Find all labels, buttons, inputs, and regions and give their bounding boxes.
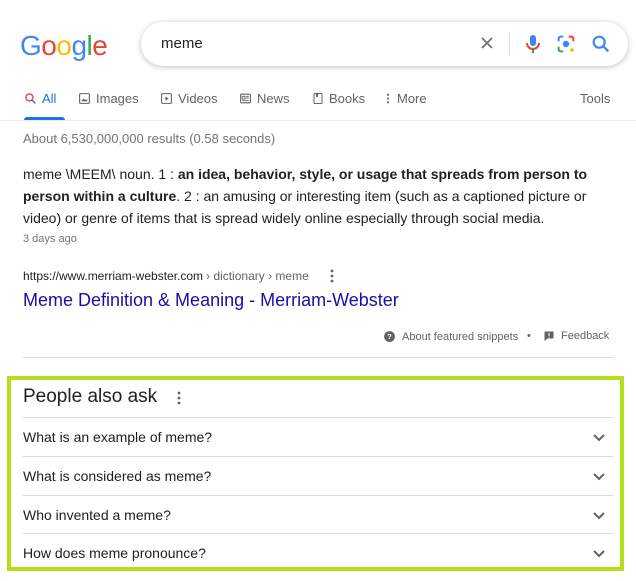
featured-snippet-text: meme \MEEM\ noun. 1 : an idea, behavior,… [23, 163, 613, 229]
snippet-date: 3 days ago [23, 233, 77, 245]
people-also-ask-title: People also ask [23, 386, 158, 407]
paa-question-text: How does meme pronounce? [23, 545, 206, 561]
paa-question[interactable]: Who invented a meme? [23, 495, 613, 534]
snippet-footer-divider [23, 357, 613, 358]
logo-letter: G [20, 30, 42, 61]
footer-dot: • [527, 330, 531, 342]
tab-all[interactable]: All [24, 91, 56, 106]
image-icon [79, 93, 90, 104]
paa-question[interactable]: What is an example of meme? [23, 417, 613, 456]
tab-label: Images [96, 91, 139, 106]
book-icon [313, 93, 323, 104]
lens-camera-icon[interactable] [555, 33, 577, 55]
logo-letter: o [41, 30, 57, 61]
chevron-down-icon [593, 550, 605, 558]
logo-letter: o [56, 30, 72, 61]
logo-letter: e [92, 30, 108, 61]
more-vert-icon[interactable] [171, 390, 187, 406]
tab-label: More [397, 91, 427, 106]
header-divider [0, 120, 636, 121]
svg-text:?: ? [387, 332, 392, 341]
paa-question-text: Who invented a meme? [23, 507, 171, 523]
news-icon [240, 93, 251, 104]
tab-images[interactable]: Images [78, 91, 139, 106]
tab-label: All [42, 91, 57, 106]
tab-label: News [257, 91, 290, 106]
chevron-down-icon [593, 434, 605, 442]
microphone-icon[interactable] [521, 32, 545, 56]
video-icon [161, 93, 172, 104]
search-tabs: All Images Videos News Books More Tools [24, 88, 614, 112]
search-icon [25, 93, 36, 104]
tab-news[interactable]: News [239, 91, 290, 106]
clear-icon[interactable] [477, 33, 497, 53]
tab-books[interactable]: Books [312, 91, 365, 106]
more-vert-icon[interactable] [324, 268, 340, 284]
google-logo[interactable]: Google [20, 30, 108, 62]
search-box[interactable]: meme [141, 22, 628, 66]
feedback-icon [544, 331, 554, 341]
help-icon: ? [384, 331, 395, 342]
tab-videos[interactable]: Videos [160, 91, 218, 106]
snippet-text: meme \MEEM\ noun. 1 : [23, 166, 178, 182]
url-path: › dictionary › meme [206, 269, 309, 283]
chevron-down-icon [593, 512, 605, 520]
logo-letter: g [71, 30, 87, 61]
chevron-down-icon [593, 473, 605, 481]
url-host: https://www.merriam-webster.com [23, 269, 204, 283]
search-divider [509, 32, 510, 56]
feedback-label: Feedback [561, 330, 610, 342]
feedback-button[interactable]: Feedback [543, 330, 609, 342]
result-url[interactable]: https://www.merriam-webster.com › dictio… [23, 268, 340, 284]
about-label: About featured snippets [402, 330, 519, 343]
paa-question[interactable]: How does meme pronounce? [23, 533, 613, 572]
tab-label: Books [329, 91, 366, 106]
more-vert-icon [386, 93, 390, 104]
result-stats: About 6,530,000,000 results (0.58 second… [23, 131, 276, 146]
paa-question-text: What is considered as meme? [23, 468, 212, 484]
tools-label: Tools [580, 91, 611, 106]
result-title-link[interactable]: Meme Definition & Meaning - Merriam-Webs… [23, 290, 399, 311]
tab-more[interactable]: More [384, 91, 427, 106]
paa-question-text: What is an example of meme? [23, 429, 213, 445]
paa-question[interactable]: What is considered as meme? [23, 456, 613, 495]
tab-label: Videos [178, 91, 218, 106]
about-featured-snippets[interactable]: ? About featured snippets [383, 330, 518, 343]
tools-button[interactable]: Tools [580, 91, 610, 106]
search-icon[interactable] [590, 33, 612, 55]
footer-dot-text: • [527, 330, 531, 342]
search-input[interactable]: meme [161, 35, 203, 52]
